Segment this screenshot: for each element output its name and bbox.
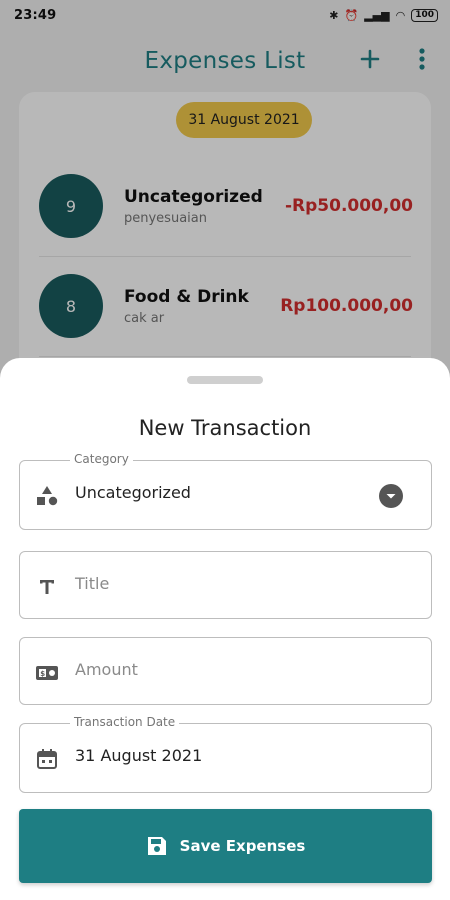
save-icon xyxy=(147,837,166,855)
transaction-date-field[interactable]: Transaction Date 31 August 2021 xyxy=(19,715,432,793)
save-expenses-label: Save Expenses xyxy=(179,837,306,855)
category-dropdown[interactable]: Category Uncategorized xyxy=(19,452,432,530)
title-field[interactable]: Title xyxy=(19,551,432,619)
title-placeholder: Title xyxy=(75,574,110,593)
svg-text:$: $ xyxy=(40,670,45,678)
sheet-title: New Transaction xyxy=(138,416,312,440)
money-icon: $ xyxy=(35,661,59,685)
save-expenses-button[interactable]: Save Expenses xyxy=(19,809,432,883)
category-label: Category xyxy=(70,452,133,466)
sheet-drag-handle[interactable] xyxy=(187,376,263,384)
new-transaction-sheet: New Transaction Category Uncategorized T… xyxy=(0,358,450,900)
dropdown-arrow-icon[interactable] xyxy=(379,484,403,508)
transaction-date-value: 31 August 2021 xyxy=(75,746,203,765)
category-shapes-icon xyxy=(35,484,59,508)
transaction-date-label: Transaction Date xyxy=(70,715,180,729)
amount-field[interactable]: $ Amount xyxy=(19,637,432,705)
text-t-icon xyxy=(35,575,59,599)
calendar-icon xyxy=(35,747,59,771)
amount-placeholder: Amount xyxy=(75,660,138,679)
category-value: Uncategorized xyxy=(75,483,191,502)
